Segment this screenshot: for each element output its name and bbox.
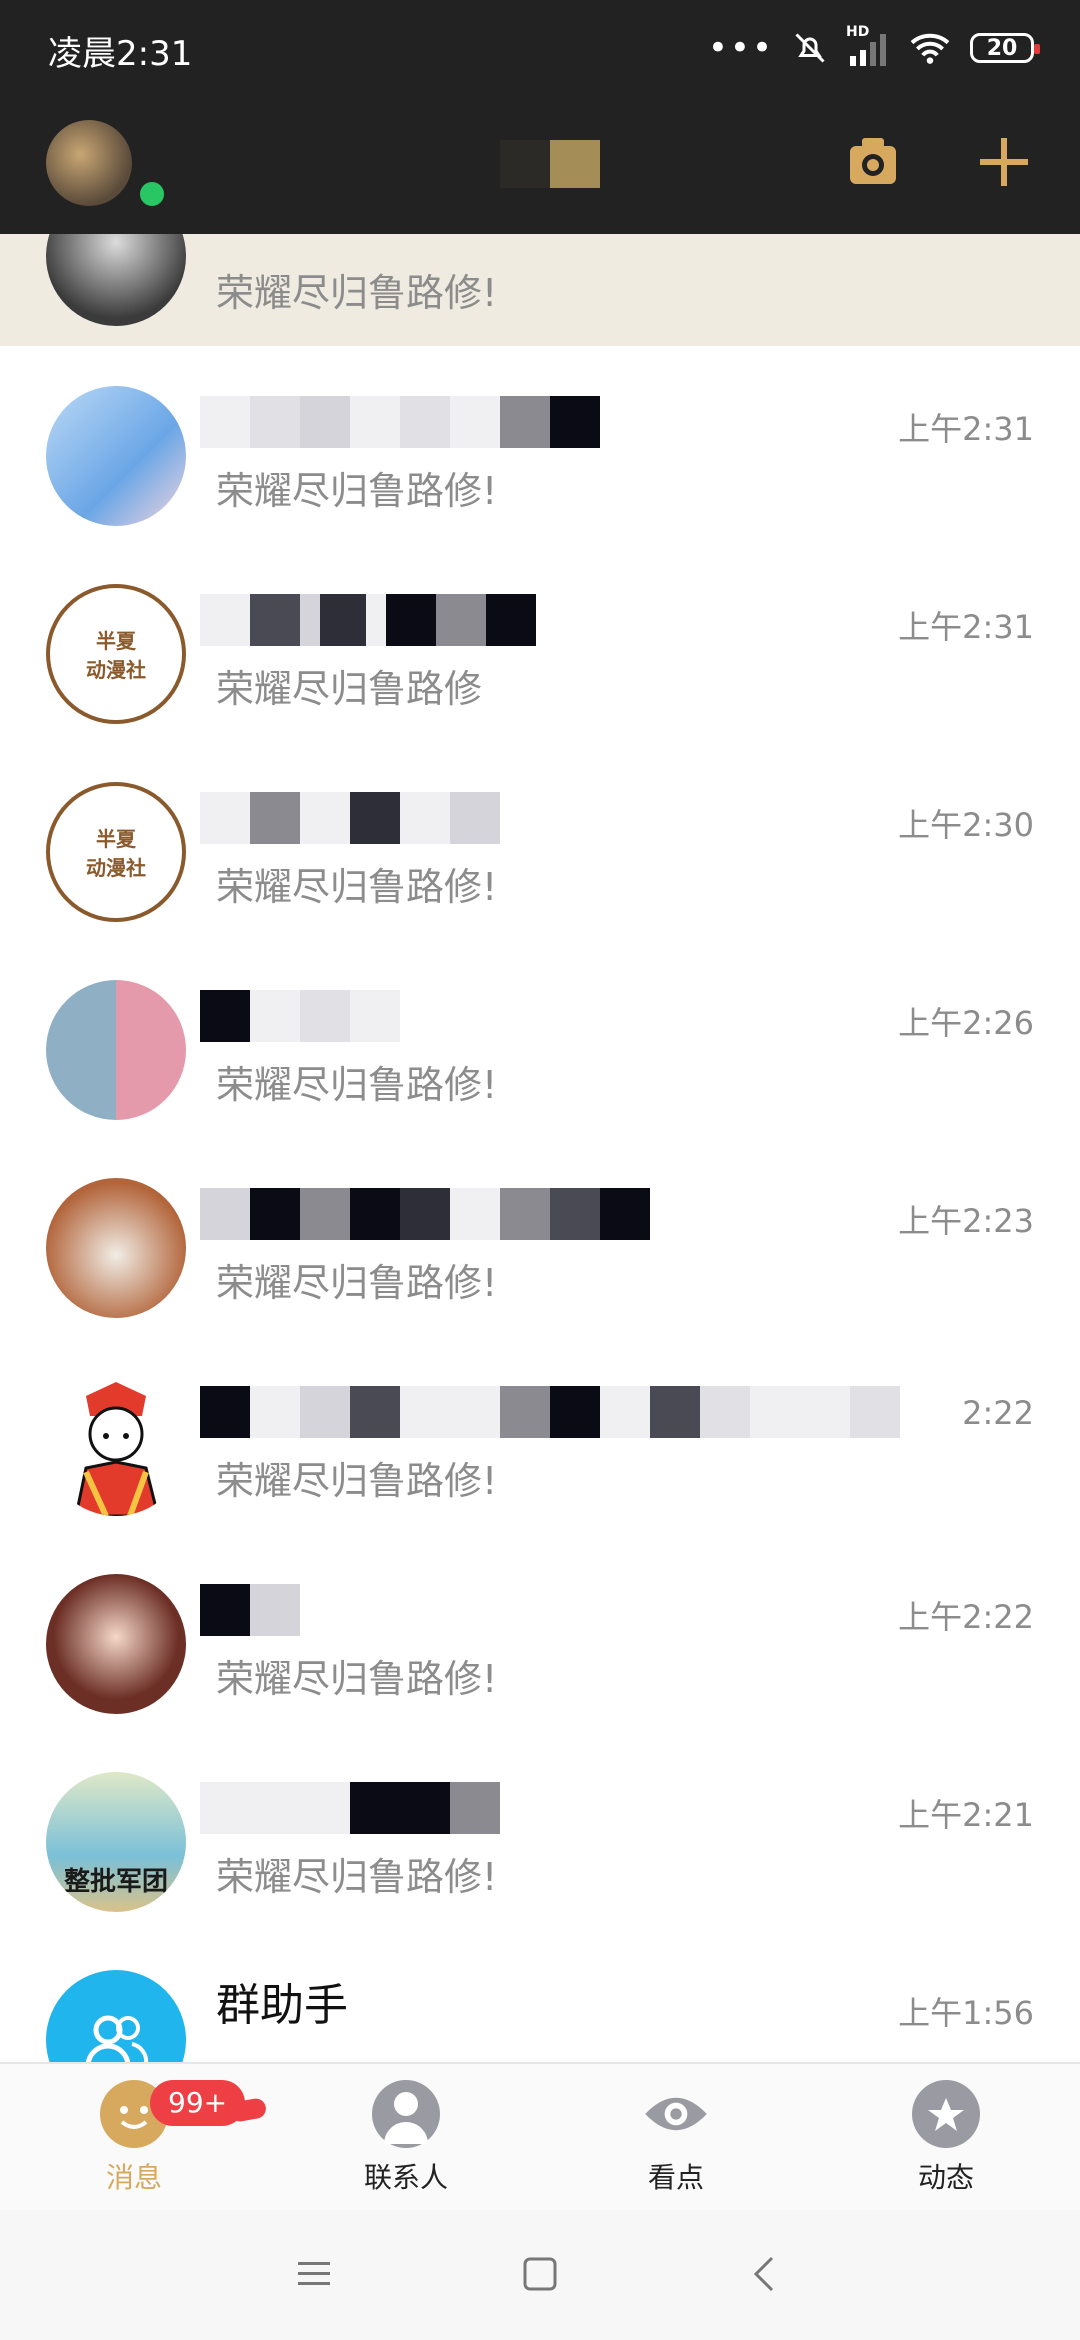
avatar-label-bottom: 动漫社: [86, 856, 146, 880]
group-helper-avatar: [46, 1970, 186, 2062]
tab-label: 联系人: [363, 2161, 448, 2194]
status-icons: ••• HD 20: [707, 24, 1040, 72]
conversation-preview: 荣耀尽归鲁路修: [216, 667, 483, 711]
conversation-row-pinned[interactable]: 荣耀尽归鲁路修!: [0, 234, 1080, 346]
conversation-avatar: [46, 234, 186, 326]
add-plus-icon[interactable]: [976, 134, 1032, 190]
hd-signal-icon: HD: [846, 24, 890, 66]
battery-icon: 20: [970, 33, 1040, 63]
conversation-preview: 荣耀尽归鲁路修!: [216, 1657, 498, 1701]
conversation-name-redacted: [200, 1188, 650, 1240]
tab-label: 看点: [647, 2161, 704, 2194]
conversation-row[interactable]: 半夏 动漫社 上午2:30 荣耀尽归鲁路修!: [0, 742, 1080, 940]
status-bar: 凌晨2:31 ••• HD 20: [0, 0, 1080, 96]
tab-contacts[interactable]: 联系人: [336, 2080, 476, 2200]
conversation-time: 上午2:30: [898, 806, 1034, 844]
account-name-redacted: [500, 140, 600, 188]
conversation-row[interactable]: 上午2:31 荣耀尽归鲁路修!: [0, 346, 1080, 544]
group-helper-title: 群助手: [216, 1980, 348, 2031]
menu-icon[interactable]: [292, 2252, 336, 2296]
tab-label: 消息: [105, 2161, 162, 2194]
back-icon[interactable]: [744, 2252, 788, 2296]
conversation-avatar: 半夏 动漫社: [46, 782, 186, 922]
conversation-time: 上午2:22: [898, 1598, 1034, 1636]
system-nav-bar: [0, 2210, 1080, 2340]
conversation-avatar: [46, 1574, 186, 1714]
avatar-label: 整批军团: [63, 1867, 168, 1897]
conversation-avatar: [46, 1376, 186, 1516]
hd-label: HD: [846, 24, 870, 40]
eye-icon: [642, 2080, 710, 2148]
conversation-row[interactable]: 上午2:23 荣耀尽归鲁路修!: [0, 1138, 1080, 1336]
unread-count-badge[interactable]: 99+: [150, 2080, 246, 2126]
conversation-avatar: [46, 1178, 186, 1318]
person-icon: [372, 2080, 440, 2148]
tab-dongtai[interactable]: 动态: [876, 2080, 1016, 2200]
conversation-name-redacted: [200, 990, 400, 1042]
avatar-label-top: 半夏: [96, 629, 136, 653]
conversation-time: 上午2:21: [898, 1796, 1034, 1834]
conversation-name-redacted: [200, 396, 600, 448]
online-status-dot: [136, 178, 168, 210]
my-avatar[interactable]: [46, 120, 132, 206]
conversation-name-redacted: [200, 792, 500, 844]
status-time: 凌晨2:31: [48, 34, 193, 74]
avatar-label-bottom: 动漫社: [86, 658, 146, 682]
conversation-preview: 荣耀尽归鲁路修!: [216, 1261, 498, 1305]
conversation-avatar: [46, 386, 186, 526]
more-dots-icon: •••: [707, 28, 774, 68]
conversation-avatar: 整批军团: [46, 1772, 186, 1912]
conversation-preview: 荣耀尽归鲁路修!: [216, 1459, 498, 1503]
group-people-icon: [85, 2015, 149, 2062]
conversation-name: 群助手: [216, 1980, 348, 2032]
conversation-time: 上午1:56: [898, 1994, 1034, 2032]
conversation-time: 上午2:31: [898, 608, 1034, 646]
conversation-name-redacted: [200, 1386, 900, 1438]
conversation-row[interactable]: 2:22 荣耀尽归鲁路修!: [0, 1336, 1080, 1534]
tab-label: 动态: [917, 2161, 974, 2194]
conversation-row[interactable]: 上午2:26 荣耀尽归鲁路修!: [0, 940, 1080, 1138]
conversation-avatar: 半夏 动漫社: [46, 584, 186, 724]
conversation-row[interactable]: 半夏 动漫社 上午2:31 荣耀尽归鲁路修: [0, 544, 1080, 742]
avatar-label-top: 半夏: [96, 827, 136, 851]
conversation-preview: 荣耀尽归鲁路修!: [216, 1063, 498, 1107]
camera-icon[interactable]: [846, 134, 900, 190]
conversation-time: 上午2:26: [898, 1004, 1034, 1042]
conversation-name-redacted: [200, 594, 536, 646]
app-header: [0, 96, 1080, 234]
conversation-preview: 荣耀尽归鲁路修!: [216, 469, 498, 513]
tab-kandian[interactable]: 看点: [606, 2080, 746, 2200]
conversation-time: 2:22: [962, 1394, 1034, 1432]
home-icon[interactable]: [518, 2252, 562, 2296]
battery-level: 20: [986, 35, 1018, 61]
conversation-preview: 荣耀尽归鲁路修!: [216, 1855, 498, 1899]
wifi-icon: [910, 33, 950, 64]
conversation-name-redacted: [200, 1782, 500, 1834]
conversation-row[interactable]: 整批军团 上午2:21 荣耀尽归鲁路修!: [0, 1732, 1080, 1930]
conversation-preview: 荣耀尽归鲁路修!: [216, 271, 498, 315]
conversation-row-group-helper[interactable]: 群助手 上午1:56: [0, 1930, 1080, 2062]
conversation-time: 上午2:31: [898, 410, 1034, 448]
mute-bell-icon: [795, 33, 825, 63]
conversation-name-redacted: [200, 1584, 300, 1636]
conversation-preview: 荣耀尽归鲁路修!: [216, 865, 498, 909]
conversation-time: 上午2:23: [898, 1202, 1034, 1240]
star-icon: [912, 2080, 980, 2148]
conversation-row[interactable]: 上午2:22 荣耀尽归鲁路修!: [0, 1534, 1080, 1732]
conversation-avatar: [46, 980, 186, 1120]
